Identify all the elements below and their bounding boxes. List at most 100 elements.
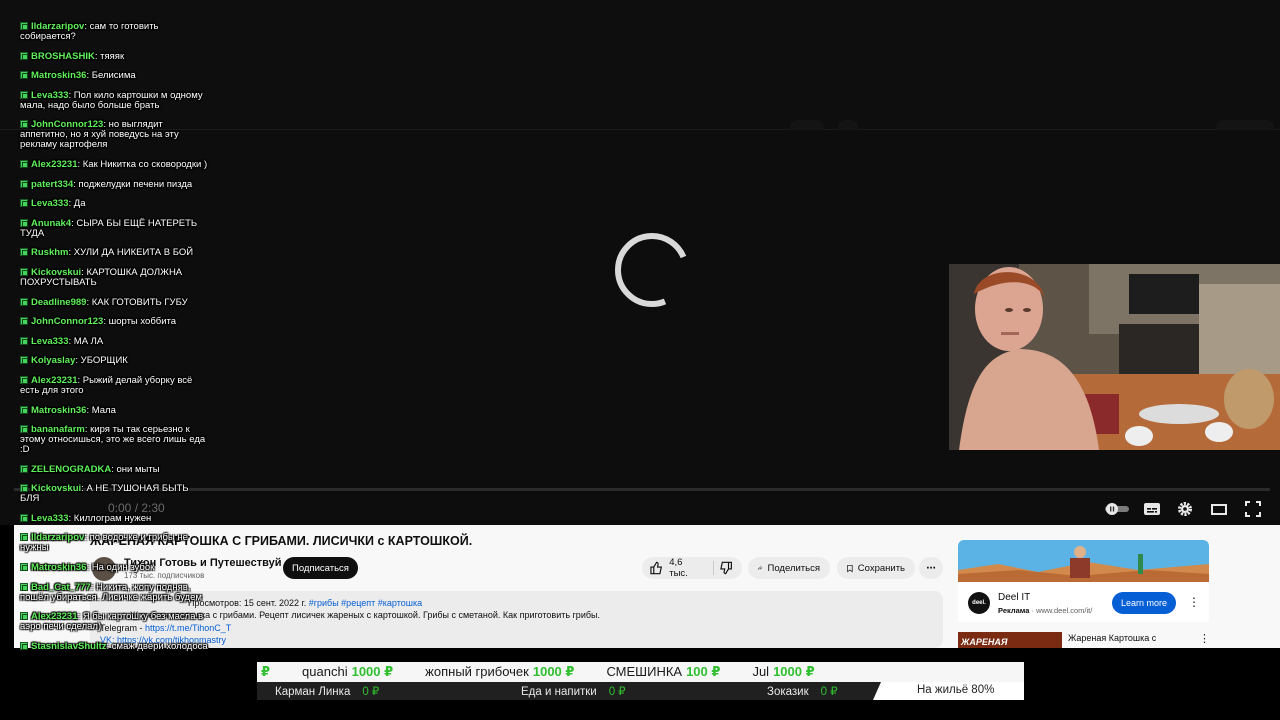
donor-name: Jul — [752, 664, 770, 679]
subscriber-badge-icon — [20, 267, 28, 276]
chat-message: Leva333: МА ЛА — [20, 335, 208, 347]
donor-name: жопный грибочек — [425, 664, 529, 679]
thumbs-down-icon[interactable] — [719, 561, 732, 575]
goal-progress: На жильё 80% — [884, 682, 1024, 700]
chat-message: Leva333: Да — [20, 199, 208, 209]
related-menu-icon[interactable]: ⋮ — [1199, 632, 1210, 645]
chat-message: StasnislavShultz: смаж двери холодоса — [20, 640, 208, 652]
subtitles-icon[interactable] — [1141, 498, 1163, 520]
chat-username[interactable]: Leva333 — [31, 336, 69, 347]
subscriber-badge-icon — [20, 405, 28, 414]
subscriber-badge-icon — [20, 533, 28, 542]
chat-username[interactable]: Ruskhm — [31, 247, 68, 258]
chat-username[interactable]: Matroskin36 — [31, 562, 86, 573]
chat-text: шорты хоббита — [108, 316, 177, 328]
donation-item: жопный грибочек 1000 ₽ — [425, 664, 574, 680]
subscriber-badge-icon — [20, 375, 28, 384]
donor-name: СМЕШИНКА — [606, 664, 683, 679]
hashtags[interactable]: #грибы #рецепт #картошка — [309, 598, 422, 608]
ad-title[interactable]: Deel IT — [998, 592, 1030, 603]
save-button[interactable]: Сохранить — [837, 557, 915, 579]
ad-domain: www.deel.com/it/ — [1036, 606, 1093, 615]
related-video-title[interactable]: Жареная Картошка с — [1068, 633, 1156, 643]
learn-more-button[interactable]: Learn more — [1112, 592, 1176, 614]
chat-text: Да — [73, 198, 86, 210]
subscriber-badge-icon — [20, 51, 28, 60]
chat-message: ZELENOGRADKA: они мыты — [20, 464, 208, 475]
like-dislike-group: 4,6 тыс. — [642, 557, 742, 579]
chat-text: ХУЛИ ДА НИКЕИТА В БОЙ — [73, 247, 194, 259]
ad-subtitle: Реклама · www.deel.com/it/ — [998, 606, 1093, 615]
chat-username[interactable]: Leva333 — [31, 198, 69, 209]
subscriber-badge-icon — [20, 484, 28, 493]
chat-message: Leva333: Киллограм нужен — [20, 512, 208, 524]
chat-text: поджелудки печени пизда — [78, 178, 193, 190]
chat-message: Bad_Cat_777: Никита, жопу подняв, пошёл … — [20, 581, 202, 603]
chat-username[interactable]: ZELENOGRADKA — [31, 464, 111, 475]
donation-amount: 1000 ₽ — [773, 664, 815, 679]
more-actions-button[interactable]: ⋯ — [919, 557, 943, 579]
chat-username[interactable]: JohnConnor123 — [31, 316, 103, 327]
chat-username[interactable]: patert334 — [31, 179, 73, 190]
donation-amount: 100 ₽ — [686, 664, 721, 679]
ad-banner-image[interactable] — [958, 540, 1209, 582]
share-label: Поделиться — [767, 562, 820, 574]
donation-item: Jul 1000 ₽ — [752, 664, 814, 680]
chat-username[interactable]: Kolyaslay — [31, 355, 75, 366]
subscriber-badge-icon — [20, 179, 28, 188]
chat-text: Как Никитка со сковородки ) — [82, 158, 208, 170]
settings-gear-icon[interactable] — [1174, 498, 1196, 520]
subscriber-badge-icon — [20, 612, 28, 621]
subscriber-badge-icon — [20, 218, 28, 227]
donation-goals: Карман Линка 0 ₽ Еда и напитки 0 ₽ Зоказик… — [257, 682, 1024, 700]
subscriber-badge-icon — [20, 464, 28, 473]
chat-text: Киллограм нужен — [73, 512, 152, 524]
chat-username[interactable]: BROSHASHIK — [31, 51, 95, 62]
donor-name: quanchi — [302, 664, 348, 679]
stream-chat: Ildarzaripov: сам то готовить собирается… — [20, 22, 208, 661]
chat-username[interactable]: Deadline989 — [31, 297, 86, 308]
save-label: Сохранить — [857, 562, 905, 574]
related-video-thumbnail[interactable]: ЖАРЕНАЯ — [958, 632, 1062, 648]
chat-message: Anunak4: СЫРА БЫ ЕЩЁ НАТЕРЕТЬ ТУДА — [20, 217, 198, 239]
donation-amount: ₽ — [261, 664, 271, 679]
subscriber-badge-icon — [20, 90, 28, 99]
chat-text: смаж двери холодоса — [111, 640, 208, 652]
chat-text: тяяяк — [100, 50, 125, 62]
subscriber-badge-icon — [20, 317, 28, 326]
chat-username[interactable]: Matroskin36 — [31, 405, 86, 416]
theater-mode-icon[interactable] — [1208, 498, 1230, 520]
autoplay-toggle-icon[interactable] — [1103, 498, 1131, 520]
chat-username[interactable]: StasnislavShultz — [31, 641, 107, 652]
share-icon — [758, 565, 763, 570]
subscribe-button[interactable]: Подписаться — [283, 557, 358, 579]
chat-text: КАК ГОТОВИТЬ ГУБУ — [91, 296, 188, 308]
chat-message: Matroskin36: На один зубок — [20, 563, 208, 573]
donation-list: ₽ quanchi 1000 ₽ жопный грибочек 1000 ₽ СМЕШИ… — [257, 662, 1024, 682]
chat-username[interactable]: Matroskin36 — [31, 70, 86, 81]
ad-menu-icon[interactable]: ⋮ — [1188, 595, 1200, 609]
donation-item: СМЕШИНКА 100 ₽ — [606, 664, 720, 680]
subscriber-badge-icon — [20, 248, 28, 257]
subscriber-badge-icon — [20, 159, 28, 168]
subscriber-badge-icon — [20, 356, 28, 365]
chat-text: УБОРЩИК — [80, 355, 128, 367]
chat-username[interactable]: Leva333 — [31, 513, 69, 524]
fullscreen-icon[interactable] — [1242, 498, 1264, 520]
streamer-webcam — [949, 264, 1280, 450]
subscriber-badge-icon — [20, 297, 28, 306]
subscriber-badge-icon — [20, 22, 28, 30]
subscriber-badge-icon — [20, 513, 28, 522]
like-count: 4,6 тыс. — [669, 557, 688, 579]
chat-message: patert334: поджелудки печени пизда — [20, 178, 208, 190]
advertiser-logo: deel. — [968, 592, 990, 614]
share-button[interactable]: Поделиться — [748, 557, 830, 579]
chat-username[interactable]: Alex23231 — [31, 159, 77, 170]
thumbnail-text: ЖАРЕНАЯ — [961, 637, 1008, 647]
like-button[interactable]: 4,6 тыс. — [650, 557, 702, 579]
subscriber-badge-icon — [20, 425, 28, 434]
chat-text: Мала — [91, 404, 116, 416]
chat-text: МА ЛА — [73, 335, 104, 347]
subscriber-badge-icon — [20, 582, 28, 591]
donation-item: quanchi 1000 ₽ — [302, 664, 393, 680]
